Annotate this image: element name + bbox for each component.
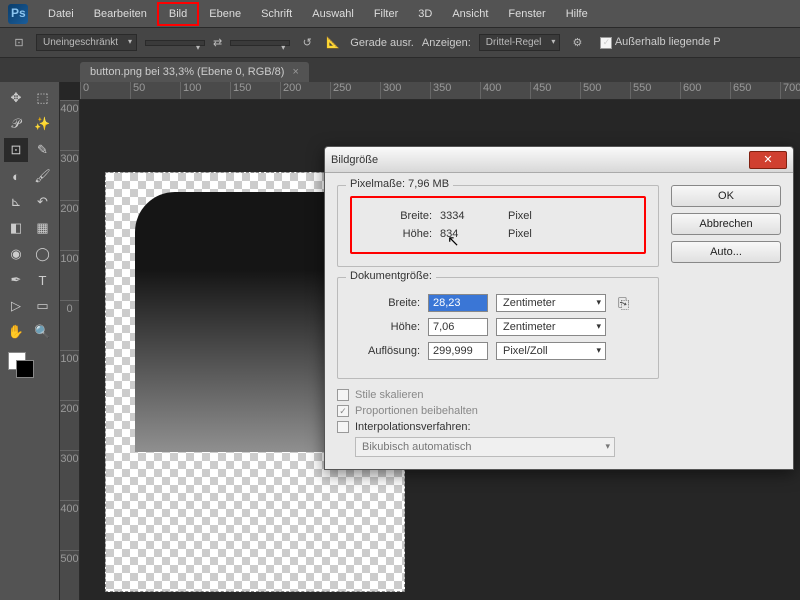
interpolation-dropdown[interactable]: Bikubisch automatisch [355, 437, 615, 457]
gradient-tool[interactable]: ▦ [31, 216, 55, 240]
pixel-width-value: 3334 [440, 210, 500, 222]
blur-tool[interactable]: ◉ [4, 242, 28, 266]
document-size-group: Dokumentgröße: Breite: Zentimeter ⎘ Höhe… [337, 277, 659, 379]
constrain-check: ✓Proportionen beibehalten [337, 405, 659, 417]
ok-button[interactable]: OK [671, 185, 781, 207]
crop-width-input[interactable] [145, 40, 205, 46]
eraser-tool[interactable]: ◧ [4, 216, 28, 240]
pixel-dimensions-group: Pixelmaße: 7,96 MB Breite: 3334 Pixel Hö… [337, 185, 659, 267]
wand-tool[interactable]: ✨ [31, 112, 55, 136]
crop-height-input[interactable] [230, 40, 290, 46]
menu-datei[interactable]: Datei [38, 4, 84, 24]
lasso-tool[interactable]: 𝒫 [4, 112, 28, 136]
marquee-tool[interactable]: ⬚ [31, 86, 55, 110]
stamp-tool[interactable]: ⊾ [4, 190, 28, 214]
doc-legend: Dokumentgröße: [346, 270, 436, 282]
doc-width-unit-dropdown[interactable]: Zentimeter [496, 294, 606, 312]
zoom-tool[interactable]: 🔍 [31, 320, 55, 344]
delete-cropped-label: Außerhalb liegende P [615, 36, 721, 48]
menu-auswahl[interactable]: Auswahl [302, 4, 364, 24]
close-tab-icon[interactable]: × [292, 66, 298, 78]
ruler-vertical: 4003002001000100200300400500 [60, 100, 80, 600]
delete-cropped-checkbox[interactable]: ✓ [600, 37, 612, 49]
cancel-button[interactable]: Abbrechen [671, 213, 781, 235]
options-bar: ⊡ Uneingeschränkt ⇄ ↺ 📐 Gerade ausr. Anz… [0, 28, 800, 58]
menu-filter[interactable]: Filter [364, 4, 408, 24]
path-tool[interactable]: ▷ [4, 294, 28, 318]
doc-height-unit-dropdown[interactable]: Zentimeter [496, 318, 606, 336]
crop-mode-dropdown[interactable]: Uneingeschränkt [36, 34, 137, 51]
doc-width-input[interactable] [428, 294, 488, 312]
pen-tool[interactable]: ✒ [4, 268, 28, 292]
gear-icon[interactable]: ⚙ [568, 34, 586, 52]
ruler-horizontal: 0501001502002503003504004505005506006507… [80, 82, 800, 100]
brush-tool[interactable]: 🖌 [31, 164, 55, 188]
resolution-unit-dropdown[interactable]: Pixel/Zoll [496, 342, 606, 360]
swap-icon[interactable]: ⇄ [213, 36, 222, 49]
heal-tool[interactable]: ◐ [4, 164, 28, 188]
document-tab[interactable]: button.png bei 33,3% (Ebene 0, RGB/8)× [80, 62, 309, 82]
show-label: Anzeigen: [422, 37, 471, 49]
menu-bild[interactable]: Bild [157, 2, 199, 26]
doc-width-label: Breite: [350, 297, 420, 309]
pixel-height-unit: Pixel [508, 228, 558, 240]
crop-tool-icon: ⊡ [10, 34, 28, 52]
link-icon[interactable]: ⎘ [618, 295, 629, 312]
dialog-title: Bildgröße [331, 154, 749, 166]
menu-schrift[interactable]: Schrift [251, 4, 302, 24]
auto-button[interactable]: Auto... [671, 241, 781, 263]
menu-ebene[interactable]: Ebene [199, 4, 251, 24]
document-tabbar: button.png bei 33,3% (Ebene 0, RGB/8)× [0, 58, 800, 82]
toolbox: ✥ ⬚ 𝒫 ✨ ⊡ ✎ ◐ 🖌 ⊾ ↶ ◧ ▦ ◉ ◯ ✒ T ▷ ▭ ✋ 🔍 [0, 82, 60, 600]
history-brush-tool[interactable]: ↶ [31, 190, 55, 214]
pixel-width-unit: Pixel [508, 210, 558, 222]
pixel-highlight: Breite: 3334 Pixel Höhe: 834 Pixel [350, 196, 646, 254]
eyedropper-tool[interactable]: ✎ [31, 138, 55, 162]
hand-tool[interactable]: ✋ [4, 320, 28, 344]
dialog-titlebar[interactable]: Bildgröße ✕ [325, 147, 793, 173]
doc-height-label: Höhe: [350, 321, 420, 333]
menu-3d[interactable]: 3D [408, 4, 442, 24]
interpolation-check[interactable]: Interpolationsverfahren: [337, 421, 659, 433]
menu-fenster[interactable]: Fenster [498, 4, 555, 24]
overlay-dropdown[interactable]: Drittel-Regel [479, 34, 561, 51]
straighten-icon[interactable]: 📐 [324, 34, 342, 52]
pixel-height-value: 834 [440, 228, 500, 240]
menubar: Datei Bearbeiten Bild Ebene Schrift Ausw… [0, 0, 800, 28]
shape-tool[interactable]: ▭ [31, 294, 55, 318]
pixel-width-label: Breite: [362, 210, 432, 222]
clear-icon[interactable]: ↺ [298, 34, 316, 52]
move-tool[interactable]: ✥ [4, 86, 28, 110]
pixel-legend: Pixelmaße: 7,96 MB [346, 178, 453, 190]
doc-height-input[interactable] [428, 318, 488, 336]
pixel-height-label: Höhe: [362, 228, 432, 240]
straighten-label: Gerade ausr. [350, 37, 414, 49]
color-swatch[interactable] [4, 352, 55, 384]
menu-bearbeiten[interactable]: Bearbeiten [84, 4, 157, 24]
app-logo [8, 4, 28, 24]
menu-hilfe[interactable]: Hilfe [556, 4, 598, 24]
dodge-tool[interactable]: ◯ [31, 242, 55, 266]
scale-styles-check: Stile skalieren [337, 389, 659, 401]
crop-tool[interactable]: ⊡ [4, 138, 28, 162]
menu-ansicht[interactable]: Ansicht [442, 4, 498, 24]
resolution-label: Auflösung: [350, 345, 420, 357]
resolution-input[interactable] [428, 342, 488, 360]
image-size-dialog: Bildgröße ✕ Pixelmaße: 7,96 MB Breite: 3… [324, 146, 794, 470]
type-tool[interactable]: T [31, 268, 55, 292]
close-button[interactable]: ✕ [749, 151, 787, 169]
